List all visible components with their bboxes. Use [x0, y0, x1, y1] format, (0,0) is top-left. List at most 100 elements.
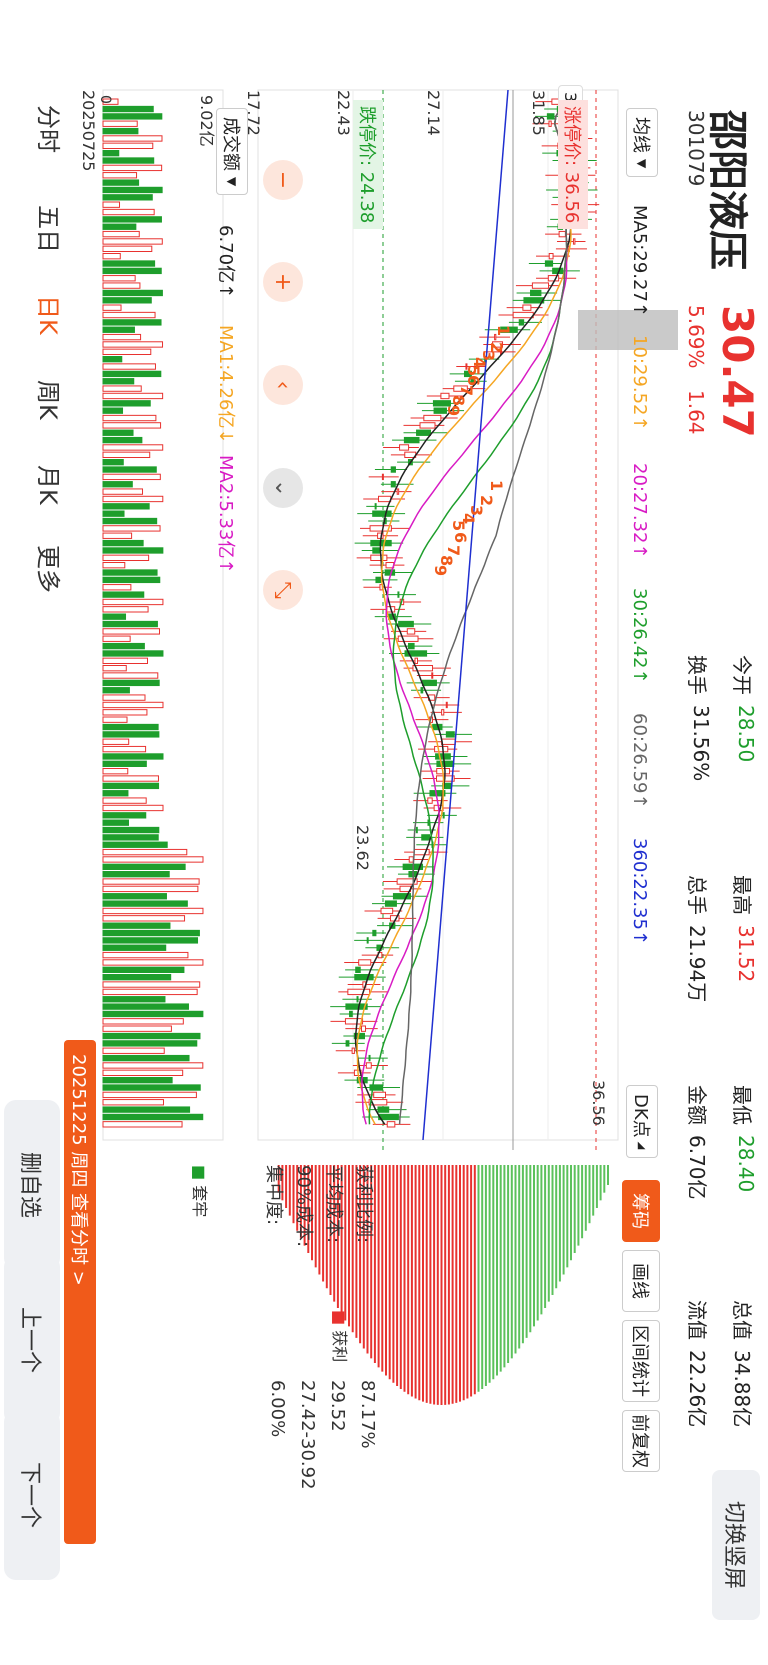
stat-label-2: 最低	[730, 1085, 754, 1125]
stat-label-7: 流值	[685, 1300, 709, 1340]
volume-bar-83	[102, 709, 148, 716]
side-button-1[interactable]: 上一个	[4, 1255, 60, 1425]
side-button-0[interactable]: 删自选	[4, 1100, 60, 1270]
volume-bar-115	[102, 944, 167, 951]
pattern-num-b-0: 1	[487, 480, 506, 492]
volume-bar-3	[102, 120, 138, 127]
candle-body-78	[431, 672, 434, 679]
volume-bar-122	[102, 996, 166, 1003]
chip-row-label-0: 获利比例:	[353, 1165, 374, 1244]
chip-legend-trap: ■ 套牢	[189, 1165, 213, 1217]
volume-bar-30	[102, 319, 162, 326]
volume-bar-11	[102, 179, 140, 186]
volume-bar-13	[102, 194, 153, 201]
stat-label-1: 最高	[730, 875, 754, 915]
volume-bar-79	[102, 679, 160, 687]
volume-bar-123	[102, 1003, 189, 1010]
volume-bar-139	[102, 1121, 183, 1128]
volume-value: 6.70亿↑	[215, 225, 236, 299]
tab-2[interactable]: 区间统计	[622, 1320, 660, 1402]
period-tab-5[interactable]: 更多	[33, 545, 68, 593]
price-frame	[257, 89, 619, 1141]
period-tab-3[interactable]: 周K	[33, 380, 68, 420]
volume-dropdown[interactable]: 成交额 ▼	[216, 108, 248, 196]
volume-bar-135	[102, 1091, 197, 1099]
start-date: 20250725	[79, 90, 98, 172]
period-tab-1[interactable]: 五日	[33, 205, 68, 253]
volume-bar-23	[102, 267, 162, 275]
period-tab-4[interactable]: 月K	[33, 465, 68, 505]
tab-3[interactable]: 前复权	[622, 1410, 660, 1472]
candle-body-113	[372, 929, 377, 937]
volume-bar-31	[102, 326, 135, 333]
trap-square-icon: ■	[190, 1165, 209, 1181]
volume-ma2: MA2:5.33亿↑	[215, 455, 236, 574]
ma-legend-item-2: 20:27.32↑	[629, 463, 650, 559]
candle-body-29	[512, 311, 534, 319]
ma10-line	[356, 101, 572, 1125]
volume-bar-55	[102, 503, 150, 510]
volume-bar-108	[102, 893, 167, 900]
candle-body-46	[403, 436, 420, 444]
volume-bar-25	[102, 282, 141, 289]
candle-body-51	[381, 473, 384, 481]
ma5-line	[354, 101, 574, 1125]
volume-bar-56	[102, 510, 125, 517]
volume-bar-133	[102, 1077, 173, 1084]
volume-bar-6	[102, 142, 154, 149]
period-tab-2[interactable]: 日K	[33, 295, 68, 335]
date-banner[interactable]: 20251225 周四 查看分时 >	[64, 1040, 96, 1544]
candle-body-47	[399, 444, 410, 451]
candle-body-54	[378, 495, 392, 503]
volume-bar-22	[102, 260, 156, 267]
pattern-num-b-4: 5	[449, 520, 468, 532]
volume-bar-36	[102, 363, 156, 370]
volume-bar-65	[102, 576, 161, 584]
volume-bar-64	[102, 569, 158, 576]
left-icon[interactable]: ‹	[263, 365, 303, 405]
volume-bar-48	[102, 451, 151, 458]
volume-bar-116	[102, 951, 189, 959]
tab-0[interactable]: 筹码	[622, 1180, 660, 1242]
stat-value-4: 31.56%	[689, 705, 713, 782]
volume-bar-121	[102, 988, 198, 996]
y-label-2: 27.14	[424, 90, 443, 136]
candle-body-87	[441, 738, 456, 745]
candle-body-27	[523, 297, 545, 304]
volume-bar-128	[102, 1040, 198, 1047]
chevron-down-icon[interactable]: ⌄	[263, 468, 303, 508]
candle-body-55	[374, 503, 377, 510]
volume-bar-46	[102, 436, 143, 444]
shrink-icon[interactable]: ⤡	[263, 570, 303, 610]
volume-bar-15	[102, 208, 155, 216]
volume-bar-63	[102, 562, 126, 569]
volume-bar-88	[102, 745, 147, 753]
candle-body-130	[368, 1054, 371, 1062]
volume-bar-43	[102, 414, 157, 422]
limit-down-label: 跌停价: 24.38	[353, 100, 383, 230]
candle-body-73	[397, 635, 419, 642]
volume-zero-label: 0	[97, 95, 113, 104]
period-tab-0[interactable]: 分时	[33, 105, 68, 153]
plus-icon[interactable]: +	[263, 262, 303, 302]
tab-1[interactable]: 画线	[622, 1250, 660, 1312]
volume-bar-91	[102, 768, 129, 775]
chip-legend-profit-label: 获利	[330, 1330, 349, 1363]
volume-bar-127	[102, 1032, 201, 1040]
volume-max-label: 9.02亿	[197, 95, 216, 147]
side-button-2[interactable]: 下一个	[4, 1410, 60, 1580]
chip-row-label-1: 平均成本:	[323, 1165, 344, 1244]
volume-bar-75	[102, 650, 164, 657]
candle-body-25	[531, 282, 550, 289]
crosshair-tag	[578, 310, 678, 350]
volume-bar-12	[102, 186, 163, 194]
candle-body-65	[375, 576, 382, 584]
volume-bar-40	[102, 392, 164, 400]
candle-body-83	[441, 709, 445, 716]
volume-bars	[102, 98, 204, 1128]
volume-bar-57	[102, 517, 158, 525]
volume-bar-67	[102, 591, 145, 598]
volume-bar-100	[102, 834, 159, 841]
minus-icon[interactable]: −	[263, 160, 303, 200]
volume-bar-21	[102, 253, 121, 260]
